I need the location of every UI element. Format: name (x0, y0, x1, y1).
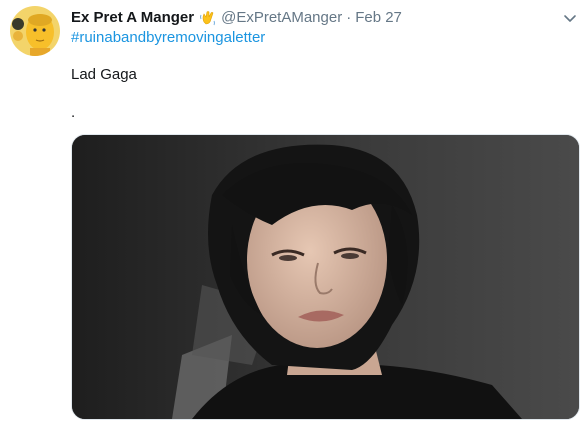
tweet-date[interactable]: Feb 27 (355, 8, 402, 28)
tweet-header: Ex Pret A Manger @ExPretAManger · Feb 27 (71, 8, 548, 28)
avatar-image-icon (10, 6, 60, 56)
tweet-text-dot: . (71, 104, 76, 121)
tweet-text: Lad Gaga (71, 66, 137, 83)
chevron-down-icon[interactable] (560, 8, 580, 28)
avatar[interactable] (10, 6, 60, 56)
waving-hand-icon (199, 9, 217, 27)
display-name[interactable]: Ex Pret A Manger (71, 8, 194, 28)
tweet-photo[interactable] (71, 134, 580, 420)
hashtag-link[interactable]: #ruinabandbyremovingaletter (71, 28, 265, 48)
user-handle[interactable]: @ExPretAManger (221, 8, 342, 28)
tweet-card[interactable]: Ex Pret A Manger @ExPretAManger · Feb 27… (0, 0, 588, 431)
separator-dot: · (346, 9, 352, 26)
photo-image-icon (72, 135, 579, 419)
